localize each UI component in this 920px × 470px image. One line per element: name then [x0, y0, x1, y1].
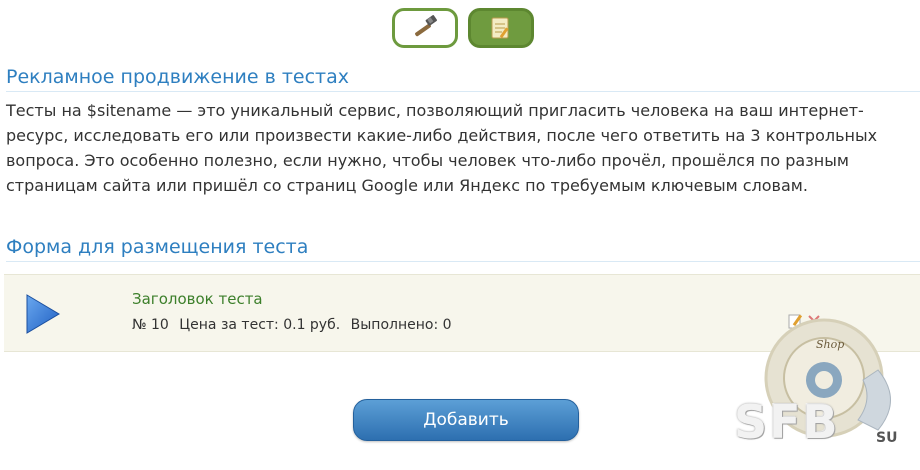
tab-notes[interactable]: [468, 8, 534, 48]
test-card-side: [862, 274, 920, 352]
test-meta: № 10 Цена за тест: 0.1 руб. Выполнено: 0: [132, 317, 458, 333]
test-actions: [788, 313, 822, 329]
delete-icon[interactable]: [806, 313, 822, 329]
edit-icon[interactable]: [788, 313, 804, 329]
hammer-icon: [415, 15, 437, 37]
notepad-icon: [491, 17, 509, 39]
section-title-form: Форма для размещения теста: [6, 236, 920, 262]
watermark-text: SFB: [734, 395, 840, 449]
test-price: Цена за тест: 0.1 руб.: [179, 317, 341, 333]
test-card: Заголовок теста № 10 Цена за тест: 0.1 р…: [4, 274, 864, 352]
test-number: № 10: [132, 317, 169, 333]
test-title[interactable]: Заголовок теста: [132, 290, 263, 308]
test-completed: Выполнено: 0: [350, 317, 452, 333]
section-title-promo: Рекламное продвижение в тестах: [6, 66, 920, 92]
service-description: Тесты на $sitename — это уникальный серв…: [6, 101, 878, 195]
watermark-suffix: SU: [876, 430, 898, 446]
watermark-shop-text: Shop: [816, 338, 845, 351]
add-button[interactable]: Добавить: [353, 399, 579, 441]
tab-tools[interactable]: [392, 8, 458, 48]
play-icon[interactable]: [24, 293, 62, 335]
toolbar-tabs: [392, 8, 534, 48]
